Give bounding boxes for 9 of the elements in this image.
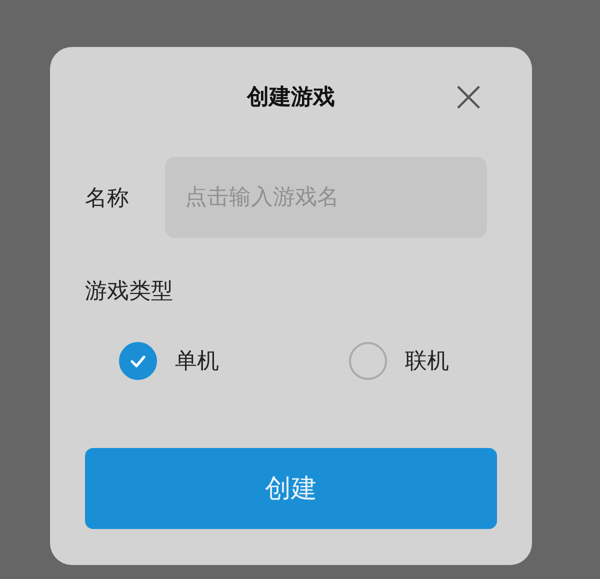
create-button[interactable]: 创建: [85, 448, 497, 529]
name-label: 名称: [85, 184, 129, 212]
dialog-title: 创建游戏: [247, 84, 335, 112]
close-button[interactable]: ×: [450, 75, 487, 119]
radio-button[interactable]: [119, 342, 157, 380]
radio-label: 联机: [405, 348, 449, 376]
game-type-label: 游戏类型: [85, 278, 174, 306]
radio-label: 单机: [175, 348, 219, 376]
radio-button[interactable]: [349, 342, 387, 380]
